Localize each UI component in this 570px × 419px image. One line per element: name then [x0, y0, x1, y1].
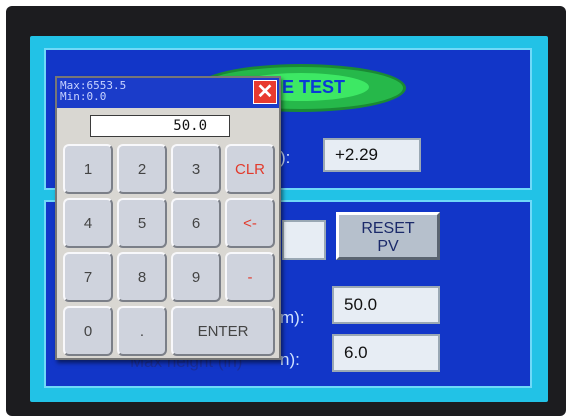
key-minus[interactable]: - [225, 252, 275, 302]
pv-value-box[interactable] [282, 220, 326, 260]
key-4[interactable]: 4 [63, 198, 113, 248]
keypad-min-label: Min:0.0 [60, 90, 107, 103]
min-field-label: n): [280, 350, 300, 369]
keypad-display: 50.0 [90, 115, 230, 137]
key-enter[interactable]: ENTER [171, 306, 275, 356]
reset-label: RESET [361, 220, 415, 237]
key-5[interactable]: 5 [117, 198, 167, 248]
device-bezel: E TEST ): +2.29 RESET PV m): 50.0 Max he… [0, 0, 570, 419]
keypad-titlebar: Max:6553.5 Min:0.0 ✕ [57, 78, 279, 108]
max-value-box[interactable]: 50.0 [332, 286, 440, 324]
close-icon[interactable]: ✕ [253, 80, 277, 104]
max-field-label: m): [280, 308, 305, 327]
key-6[interactable]: 6 [171, 198, 221, 248]
reset-pv-button[interactable]: RESET PV [336, 212, 440, 260]
key-9[interactable]: 9 [171, 252, 221, 302]
key-3[interactable]: 3 [171, 144, 221, 194]
key-8[interactable]: 8 [117, 252, 167, 302]
title-text: E TEST [282, 77, 346, 97]
key-7[interactable]: 7 [63, 252, 113, 302]
key-decimal[interactable]: . [117, 306, 167, 356]
numeric-keypad: Max:6553.5 Min:0.0 ✕ 50.0 1 2 3 CLR 4 5 6 <- 7 8 9… [55, 76, 281, 360]
min-value-box[interactable]: 6.0 [332, 334, 440, 372]
top-value-box[interactable]: +2.29 [323, 138, 421, 172]
key-0[interactable]: 0 [63, 306, 113, 356]
key-backspace[interactable]: <- [225, 198, 275, 248]
top-field-label: ): [280, 148, 291, 167]
pv-label: PV [377, 238, 399, 255]
key-clear[interactable]: CLR [225, 144, 275, 194]
key-1[interactable]: 1 [63, 144, 113, 194]
key-2[interactable]: 2 [117, 144, 167, 194]
